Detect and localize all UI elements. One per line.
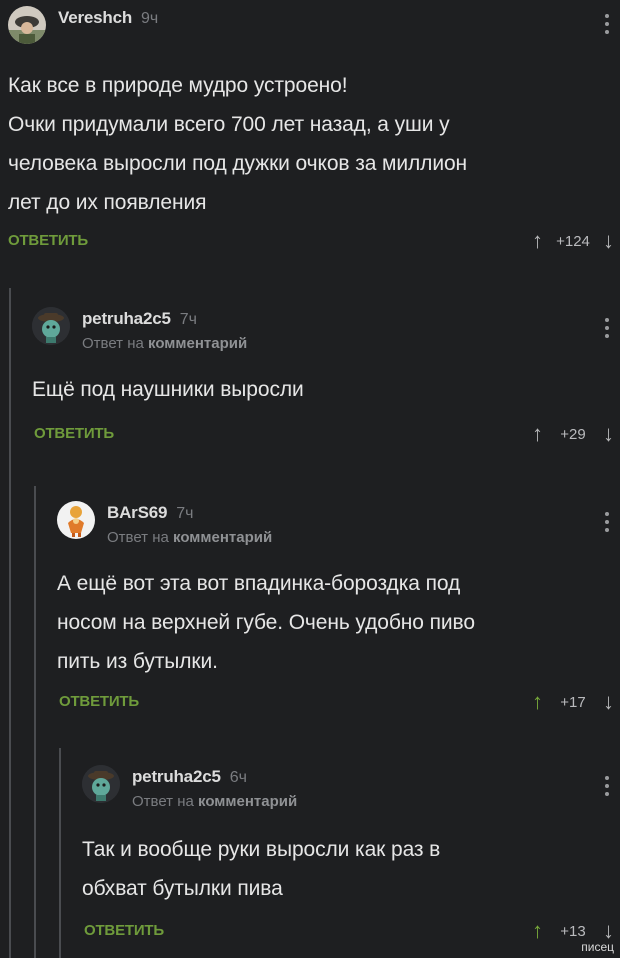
reply-button[interactable]: ОТВЕТИТЬ bbox=[84, 922, 164, 939]
comment-text-line: носом на верхней губе. Очень удобно пиво bbox=[57, 611, 475, 634]
avatar[interactable] bbox=[57, 501, 95, 539]
comment-header: Vereshch 9ч bbox=[8, 6, 158, 44]
avatar[interactable] bbox=[32, 307, 70, 345]
comment-header: petruha2c5 7ч Ответ на комментарий bbox=[32, 307, 247, 352]
username[interactable]: Vereshch bbox=[58, 8, 132, 28]
more-vertical-icon[interactable] bbox=[604, 776, 610, 800]
arrow-down-icon[interactable]: ↓ bbox=[603, 228, 614, 254]
arrow-up-icon[interactable]: ↑ bbox=[532, 918, 543, 944]
more-vertical-icon[interactable] bbox=[604, 14, 610, 38]
comment-text-line: Очки придумали всего 700 лет назад, а уш… bbox=[8, 113, 450, 136]
comment-text: А ещё вот эта вот впадинка-бороздка под … bbox=[57, 564, 607, 681]
reply-button[interactable]: ОТВЕТИТЬ bbox=[59, 693, 139, 710]
comment-actions: ОТВЕТИТЬ ↑ +29 ↓ bbox=[0, 421, 620, 447]
timestamp: 7ч bbox=[176, 505, 194, 522]
reply-button[interactable]: ОТВЕТИТЬ bbox=[34, 425, 114, 442]
comment-text-line: А ещё вот эта вот впадинка-бороздка под bbox=[57, 572, 461, 595]
timestamp: 9ч bbox=[141, 10, 159, 27]
comment-text-line: Как все в природе мудро устроено! bbox=[8, 74, 348, 97]
vote-controls: ↑ +17 ↓ bbox=[532, 689, 614, 715]
username[interactable]: BArS69 bbox=[107, 503, 167, 523]
comment-actions: ОТВЕТИТЬ ↑ +17 ↓ bbox=[0, 689, 620, 715]
comment-text-line: Ещё под наушники выросли bbox=[32, 378, 304, 401]
comment-text-line: пить из бутылки. bbox=[57, 650, 218, 673]
reply-target-link[interactable]: комментарий bbox=[173, 529, 272, 546]
comment-actions: ОТВЕТИТЬ ↑ +13 ↓ bbox=[0, 918, 620, 944]
reply-reference: Ответ на комментарий bbox=[107, 529, 272, 546]
vote-controls: ↑ +124 ↓ bbox=[532, 228, 614, 254]
avatar[interactable] bbox=[8, 6, 46, 44]
comment-text-line: Так и вообще руки выросли как раз в bbox=[82, 838, 441, 861]
username[interactable]: petruha2c5 bbox=[132, 767, 221, 787]
reply-target-link[interactable]: комментарий bbox=[148, 335, 247, 352]
reply-reference: Ответ на комментарий bbox=[132, 793, 297, 810]
timestamp: 6ч bbox=[229, 769, 247, 786]
rating: +17 bbox=[560, 693, 586, 711]
more-vertical-icon[interactable] bbox=[604, 512, 610, 536]
watermark: писец bbox=[581, 940, 614, 954]
comment-text-line: лет до их появления bbox=[8, 191, 207, 214]
comment-actions: ОТВЕТИТЬ ↑ +124 ↓ bbox=[0, 228, 620, 254]
more-vertical-icon[interactable] bbox=[604, 318, 610, 342]
arrow-down-icon[interactable]: ↓ bbox=[603, 421, 614, 447]
comment-text-line: человека выросли под дужки очков за милл… bbox=[8, 152, 468, 175]
thread-line-level-2 bbox=[34, 486, 36, 958]
comment-text: Как все в природе мудро устроено! Очки п… bbox=[8, 66, 608, 222]
arrow-up-icon[interactable]: ↑ bbox=[532, 421, 543, 447]
comment-header: BArS69 7ч Ответ на комментарий bbox=[57, 501, 272, 546]
arrow-up-icon[interactable]: ↑ bbox=[532, 228, 543, 254]
comment-text-line: обхват бутылки пива bbox=[82, 877, 283, 900]
comment-text: Так и вообще руки выросли как раз в обхв… bbox=[82, 830, 602, 908]
rating: +29 bbox=[560, 425, 586, 443]
thread-line-level-1 bbox=[9, 288, 11, 958]
username[interactable]: petruha2c5 bbox=[82, 309, 171, 329]
reply-prefix: Ответ на bbox=[107, 529, 169, 546]
comment-text: Ещё под наушники выросли bbox=[32, 370, 602, 409]
timestamp: 7ч bbox=[179, 311, 197, 328]
avatar[interactable] bbox=[82, 765, 120, 803]
reply-target-link[interactable]: комментарий bbox=[198, 793, 297, 810]
reply-prefix: Ответ на bbox=[82, 335, 144, 352]
reply-prefix: Ответ на bbox=[132, 793, 194, 810]
comment-header: petruha2c5 6ч Ответ на комментарий bbox=[82, 765, 297, 810]
vote-controls: ↑ +29 ↓ bbox=[532, 421, 614, 447]
rating: +13 bbox=[560, 922, 586, 940]
reply-reference: Ответ на комментарий bbox=[82, 335, 247, 352]
arrow-up-icon[interactable]: ↑ bbox=[532, 689, 543, 715]
reply-button[interactable]: ОТВЕТИТЬ bbox=[8, 232, 88, 249]
arrow-down-icon[interactable]: ↓ bbox=[603, 689, 614, 715]
rating: +124 bbox=[556, 232, 590, 250]
